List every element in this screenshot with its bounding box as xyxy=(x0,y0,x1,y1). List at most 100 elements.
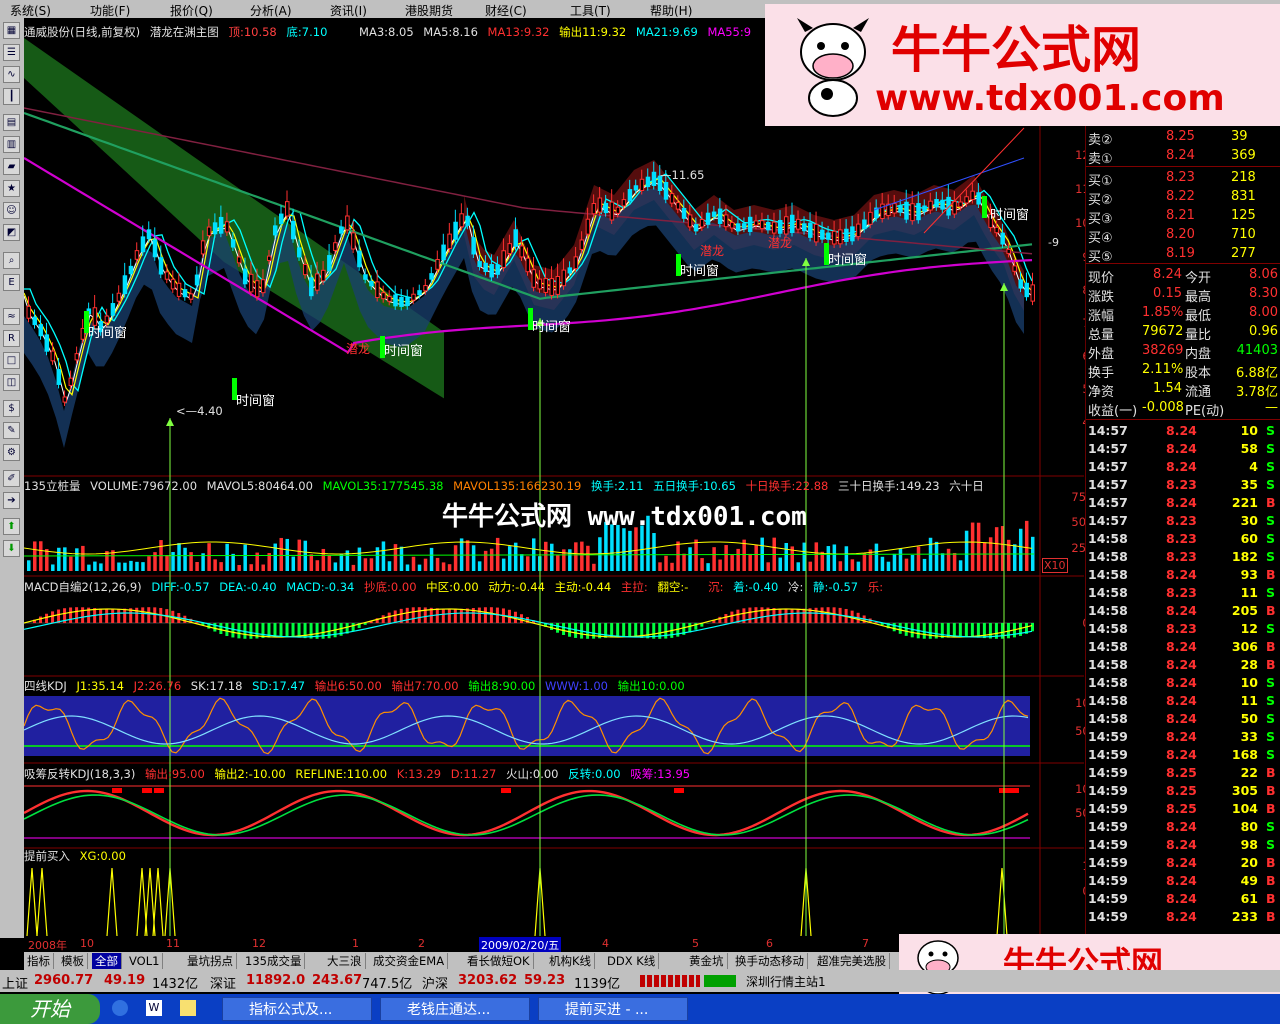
candle-icon[interactable]: ┃ xyxy=(3,88,20,105)
xs-k: K:13.29 xyxy=(396,767,442,781)
indicator-tab[interactable]: 黄金坑 xyxy=(686,953,728,969)
menu-help[interactable]: 帮助(H) xyxy=(650,2,692,19)
xs-absorb: 吸筹:13.95 xyxy=(630,767,691,781)
line-chart-icon[interactable]: ∿ xyxy=(3,66,20,83)
menu-finance[interactable]: 财经(C) xyxy=(485,2,527,19)
table-icon[interactable]: ▤ xyxy=(3,114,20,131)
volume-bar xyxy=(682,553,686,571)
chart-area[interactable]: 通威股份(日线,前复权) 潜龙在渊主图 顶:10.58 底:7.10 MA3:8… xyxy=(24,18,1108,936)
candle-body xyxy=(826,232,831,240)
index-name: 上证 xyxy=(2,977,29,992)
indicator-tab[interactable]: 全部 xyxy=(92,953,122,969)
candle-body xyxy=(453,221,458,240)
tool-icon[interactable]: ✎ xyxy=(3,422,20,439)
indicator-tab[interactable]: 大三浪 xyxy=(324,953,366,969)
indicator-tab[interactable]: 量坑拐点 xyxy=(184,953,237,969)
volume-bar xyxy=(141,562,145,571)
indicator-tab[interactable]: 机构K线 xyxy=(546,953,596,969)
task-item-tdx[interactable]: 老钱庄通达... xyxy=(380,997,530,1021)
candle-body xyxy=(248,273,254,293)
early-buy-spike xyxy=(36,867,48,936)
menu-quote[interactable]: 报价(Q) xyxy=(170,2,213,19)
indicator-tab[interactable]: 模板 xyxy=(58,953,88,969)
volume-bar xyxy=(784,542,788,571)
indicator-tab[interactable]: VOL1 xyxy=(126,953,164,969)
arrow-up-icon[interactable]: ⬆ xyxy=(3,518,20,535)
candle-body xyxy=(176,282,182,297)
tick-row: 14:58 8.23 12 S xyxy=(1088,621,1276,636)
dragon-label: 潜龙 xyxy=(700,244,725,258)
folder-icon[interactable]: ▰ xyxy=(3,158,20,175)
candle-body xyxy=(1030,284,1035,302)
candle-body xyxy=(904,201,909,220)
users-icon[interactable]: ☺ xyxy=(3,202,20,219)
menu-system[interactable]: 系统(S) xyxy=(10,2,51,19)
candle-body xyxy=(146,229,152,240)
tick-row: 14:58 8.24 306 B xyxy=(1088,639,1276,654)
settings-icon[interactable]: ⚙ xyxy=(3,444,20,461)
menu-analysis[interactable]: 分析(A) xyxy=(250,2,292,19)
volume-bar xyxy=(501,558,506,571)
menu-function[interactable]: 功能(F) xyxy=(90,2,130,19)
indicator-tab[interactable]: 看长做短OK xyxy=(464,953,534,969)
macd-bar xyxy=(111,608,115,623)
money-icon[interactable]: $ xyxy=(3,400,20,417)
volume-ma-line xyxy=(24,553,1035,557)
macd-bar xyxy=(441,608,445,623)
indicator-tab[interactable]: 换手动态移动 xyxy=(732,953,808,969)
macd-bar xyxy=(387,612,391,623)
arrow-down-icon[interactable]: ⬇ xyxy=(3,540,20,557)
indicator-tab[interactable]: 135成交量 xyxy=(242,953,306,969)
menu-tools[interactable]: 工具(T) xyxy=(570,2,611,19)
arrow-right-icon[interactable]: ➔ xyxy=(3,492,20,509)
candle-body xyxy=(128,265,134,275)
indicator-tab[interactable]: 超准完美选股 xyxy=(814,953,890,969)
macd-bar xyxy=(381,615,385,623)
indicator-tab[interactable]: 成交资金EMA xyxy=(370,953,449,969)
rsi-icon[interactable]: R xyxy=(3,330,20,347)
xs-reversal: 反转:0.00 xyxy=(568,767,621,781)
menu-hk-futures[interactable]: 港股期货 xyxy=(405,2,453,19)
candle-body xyxy=(38,324,44,337)
ext-icon[interactable]: E xyxy=(3,274,20,291)
wave-icon[interactable]: ≈ xyxy=(3,308,20,325)
volume-bar xyxy=(634,527,638,571)
chart-icon[interactable]: ◩ xyxy=(3,224,20,241)
tick-row: 14:58 8.24 28 B xyxy=(1088,657,1276,672)
menu-news[interactable]: 资讯(I) xyxy=(330,2,367,19)
search-icon[interactable]: ⌕ xyxy=(3,252,20,269)
window-icon[interactable]: □ xyxy=(3,352,20,369)
stat-row: 净资 1.54 流通 3.78亿 xyxy=(1088,381,1278,400)
start-button[interactable]: 开始 xyxy=(0,994,100,1024)
candle-body xyxy=(591,203,597,215)
indicator-tab[interactable]: DDX K线 xyxy=(604,953,660,969)
macd-bar xyxy=(814,607,818,623)
xs-volcano: 火山:0.00 xyxy=(506,767,559,781)
date-tick: 5 xyxy=(692,937,699,950)
layers-icon[interactable]: ◫ xyxy=(3,374,20,391)
indicator-tab[interactable]: 指标 xyxy=(24,953,54,969)
ask-row: 卖① 8.24 369 xyxy=(1088,148,1256,167)
task-item-formula[interactable]: 指标公式及... xyxy=(222,997,372,1021)
volume-bar xyxy=(339,554,344,571)
server-station[interactable]: 深圳行情主站1 xyxy=(746,973,826,990)
mid-watermark: 牛牛公式网 www.tdx001.com xyxy=(442,502,807,532)
folder-icon[interactable] xyxy=(180,1000,196,1016)
candle-body xyxy=(976,192,981,205)
ie-icon[interactable] xyxy=(112,1000,128,1016)
index-change: 59.23 xyxy=(524,973,566,988)
volume-bar xyxy=(700,558,704,571)
report-icon[interactable]: ▥ xyxy=(3,136,20,153)
candle-body xyxy=(585,218,591,235)
index-name: 沪深 xyxy=(422,977,449,992)
macd-sink: 沉: xyxy=(708,580,724,594)
word-icon[interactable]: W xyxy=(146,1000,162,1016)
volume-bar xyxy=(189,552,193,571)
grid-icon[interactable]: ▦ xyxy=(3,22,20,39)
task-item-early-buy[interactable]: 提前买进 - ... xyxy=(538,997,688,1021)
star-icon[interactable]: ★ xyxy=(3,180,20,197)
list-icon[interactable]: ☰ xyxy=(3,44,20,61)
volume-bar xyxy=(706,563,710,571)
edit-icon[interactable]: ✐ xyxy=(3,470,20,487)
volume-bar xyxy=(429,547,434,571)
